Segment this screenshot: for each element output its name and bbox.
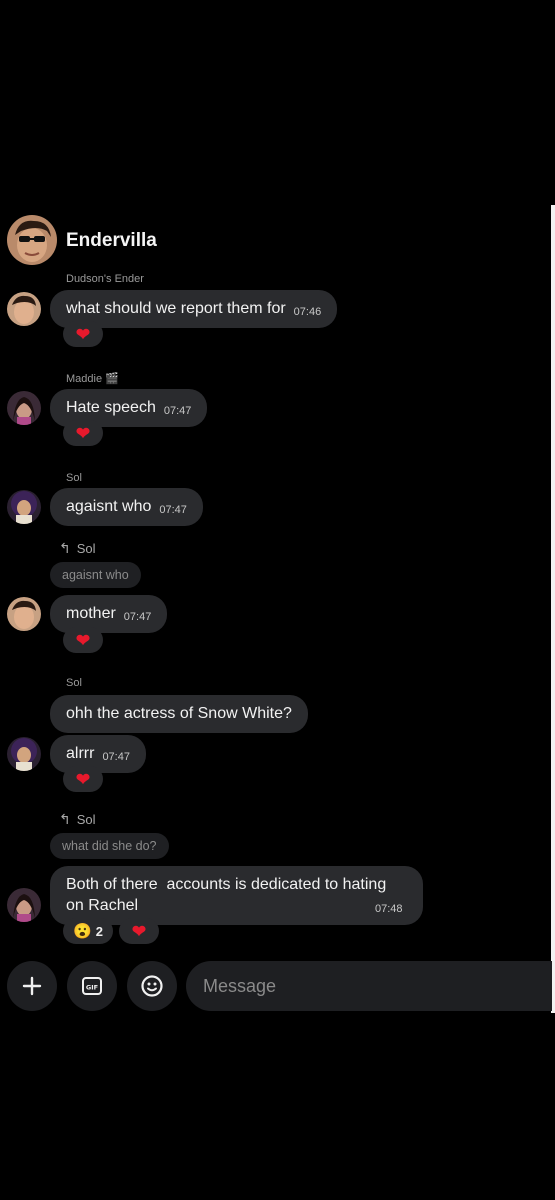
reply-to-name: Sol (76, 812, 96, 827)
message-text: agaisnt who (66, 498, 152, 515)
avatar[interactable] (7, 490, 41, 524)
surprised-face-icon: 😮 (73, 923, 92, 940)
message-time: 07:47 (159, 503, 187, 516)
reaction-heart[interactable]: ❤ (63, 766, 103, 792)
message-text: what should we report them for (66, 300, 286, 317)
message-time: 07:47 (123, 610, 152, 623)
reply-arrow-icon: ↰ (59, 811, 71, 827)
sender-name: Sol (66, 677, 82, 689)
message-text-line: on Rachel (66, 897, 139, 914)
right-edge-bar (551, 205, 555, 1013)
heart-icon: ❤ (131, 921, 147, 941)
message-bubble[interactable]: Both of there accounts is dedicated to h… (50, 866, 423, 925)
avatar[interactable] (7, 888, 41, 922)
reaction-heart[interactable]: ❤ (119, 918, 159, 944)
avatar[interactable] (7, 737, 41, 771)
add-button[interactable] (7, 961, 57, 1011)
reply-quote[interactable]: agaisnt who (50, 562, 141, 588)
reply-arrow-icon: ↰ (59, 540, 71, 556)
chat-title[interactable]: Endervilla (66, 230, 157, 252)
reply-quote[interactable]: what did she do? (50, 833, 169, 859)
reply-indicator[interactable]: ↰ Sol (59, 811, 96, 828)
reaction-heart[interactable]: ❤ (63, 627, 103, 653)
sender-name: Dudson's Ender (66, 273, 144, 285)
emoji-icon (141, 975, 163, 997)
heart-icon: ❤ (75, 769, 91, 789)
message-placeholder: Message (203, 975, 277, 996)
gif-icon: GIF (82, 977, 102, 995)
message-bubble[interactable]: ohh the actress of Snow White? (50, 695, 308, 733)
reaction-count: 2 (95, 923, 103, 939)
heart-icon: ❤ (75, 630, 91, 650)
message-text-line: Both of there accounts is dedicated to h… (66, 876, 387, 893)
avatar[interactable] (7, 391, 41, 425)
message-bubble[interactable]: alrrr 07:47 (50, 735, 146, 773)
message-text: ohh the actress of Snow White? (66, 705, 292, 722)
gif-button[interactable]: GIF (67, 961, 117, 1011)
avatar[interactable] (7, 597, 41, 631)
message-bubble[interactable]: agaisnt who 07:47 (50, 488, 203, 526)
plus-icon (22, 976, 42, 996)
message-text: Hate speech (66, 399, 156, 416)
message-time: 07:48 (375, 903, 403, 915)
message-bubble[interactable]: mother 07:47 (50, 595, 168, 633)
sender-name: Maddie 🎬 (66, 373, 119, 385)
sender-name: Sol (66, 472, 82, 484)
heart-icon: ❤ (75, 324, 91, 344)
heart-icon: ❤ (75, 423, 91, 443)
reaction-heart[interactable]: ❤ (63, 420, 103, 446)
svg-text:GIF: GIF (86, 984, 98, 992)
reply-indicator[interactable]: ↰ Sol (59, 540, 96, 557)
emoji-button[interactable] (127, 961, 177, 1011)
group-avatar[interactable] (7, 215, 57, 265)
message-text: alrrr (66, 745, 95, 762)
message-input[interactable]: Message (186, 961, 552, 1011)
reply-to-name: Sol (76, 541, 96, 556)
message-time: 07:47 (102, 750, 130, 763)
message-time: 07:46 (293, 305, 322, 318)
reaction-surprised[interactable]: 😮 2 (63, 918, 113, 944)
reaction-heart[interactable]: ❤ (63, 321, 103, 347)
avatar[interactable] (7, 292, 41, 326)
message-time: 07:47 (163, 404, 192, 417)
message-text: mother (66, 605, 116, 622)
